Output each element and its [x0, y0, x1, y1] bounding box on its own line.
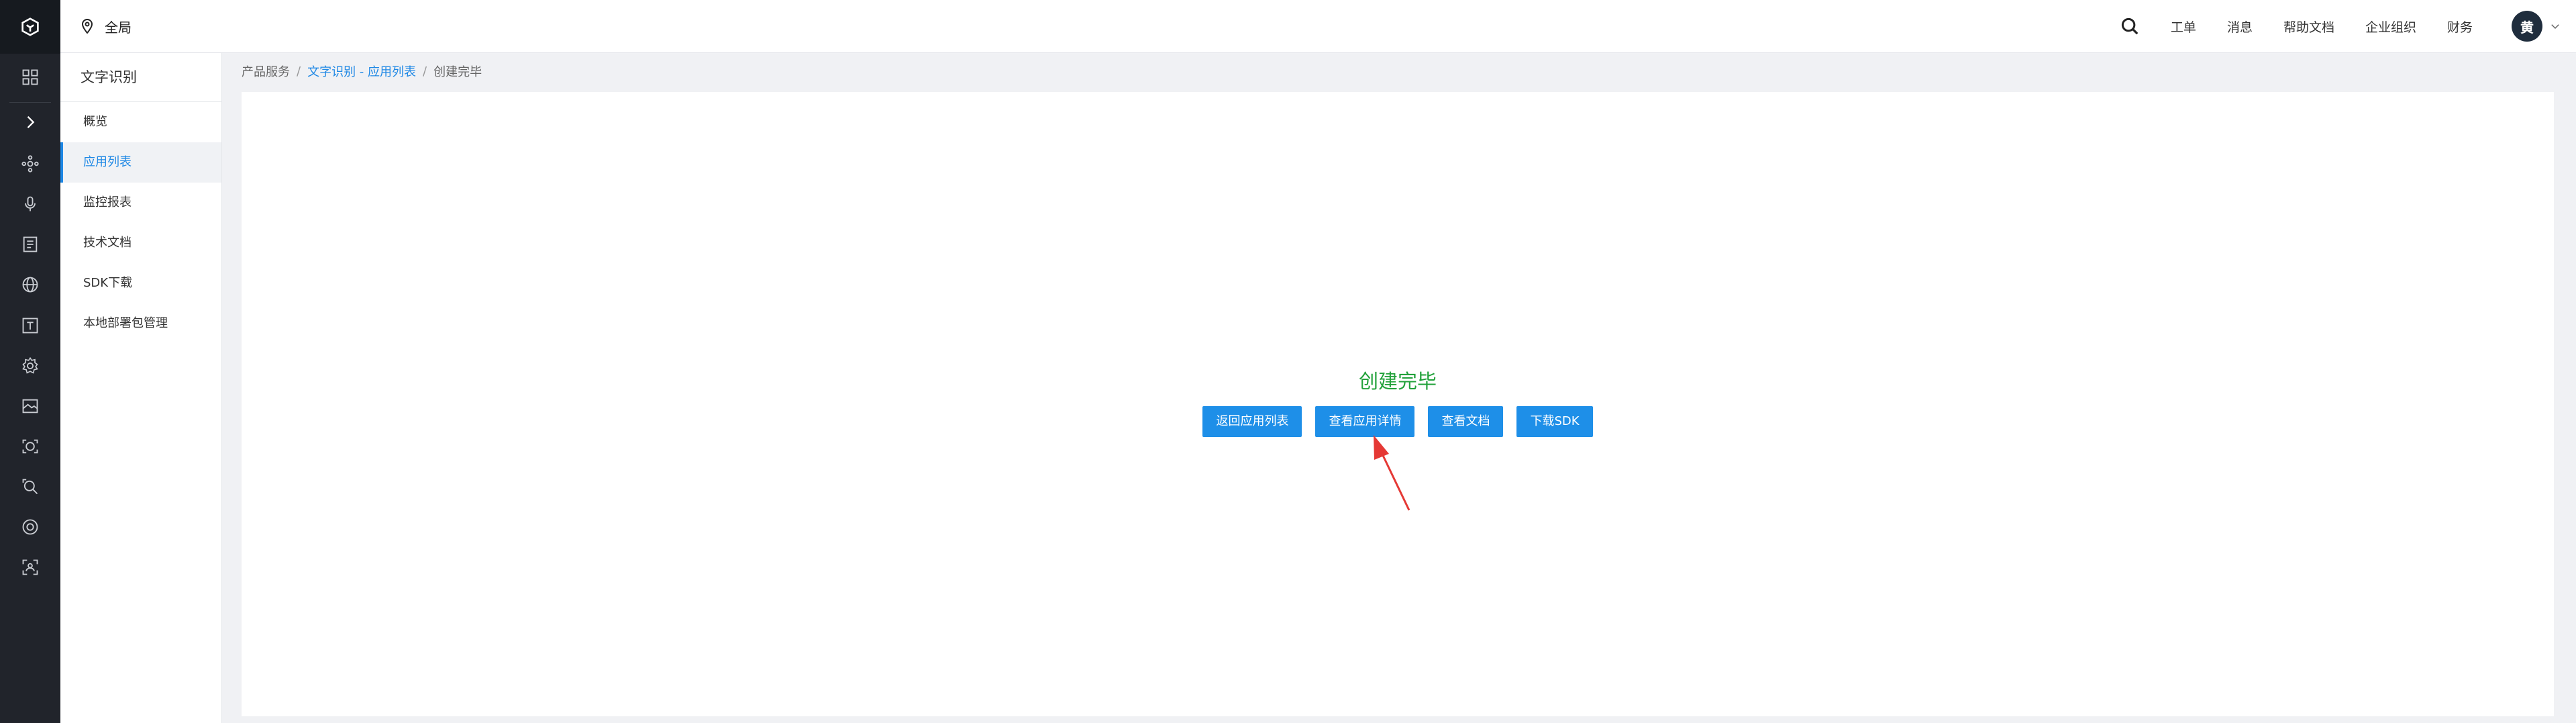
annotation-arrow	[1374, 435, 1410, 511]
